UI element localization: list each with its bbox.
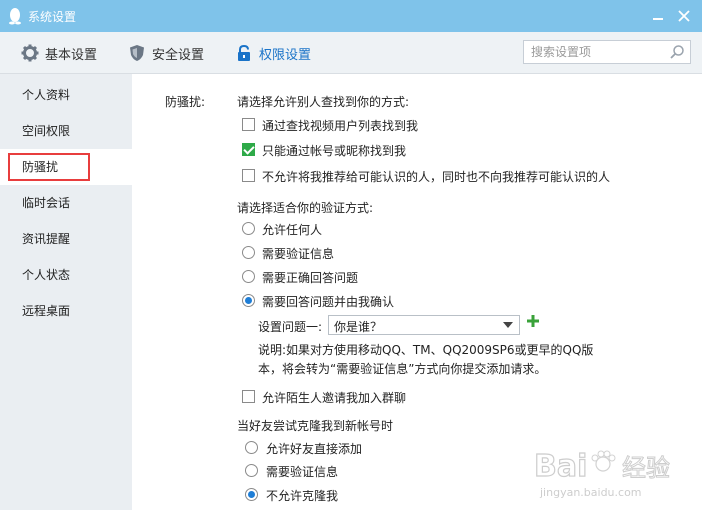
shield-icon	[130, 45, 144, 61]
question-one-label: 设置问题一:	[258, 320, 323, 334]
no-clone-radio[interactable]	[245, 488, 258, 501]
verify-method-heading: 请选择适合你的验证方式:	[237, 201, 374, 215]
need-correct-answer-radio[interactable]	[242, 270, 255, 283]
allow-friend-add-label: 允许好友直接添加	[266, 442, 363, 456]
find-by-video-list-label: 通过查找视频用户列表找到我	[262, 119, 419, 133]
sidebar-item-label: 空间权限	[22, 124, 71, 138]
need-correct-answer-label: 需要正确回答问题	[262, 271, 359, 285]
sidebar-item-anti-harassment[interactable]: 防骚扰	[0, 149, 132, 185]
question-one-select[interactable]: 你是谁？	[328, 315, 520, 335]
title-bar: 系统设置	[0, 0, 702, 32]
sidebar-item-remote-desktop[interactable]: 远程桌面	[0, 293, 132, 329]
tab-security-settings[interactable]: 安全设置	[128, 43, 204, 63]
answer-and-confirm-label: 需要回答问题并由我确认	[262, 295, 395, 309]
tab-label: 安全设置	[152, 47, 205, 63]
highlight-box	[8, 153, 90, 181]
close-button[interactable]	[674, 6, 694, 26]
chevron-down-icon	[503, 322, 513, 328]
sidebar-item-label: 资讯提醒	[22, 232, 71, 246]
allow-group-invite-label: 允许陌生人邀请我加入群聊	[262, 391, 407, 405]
need-verify-info-radio[interactable]	[242, 246, 255, 259]
allow-anyone-radio[interactable]	[242, 222, 255, 235]
allow-anyone-label: 允许任何人	[262, 223, 323, 237]
svg-text:经验: 经验	[622, 454, 670, 482]
settings-sidebar: 个人资料 空间权限 防骚扰 临时会话 资讯提醒 个人状态 远程桌面	[0, 74, 132, 510]
question-one-value: 你是谁？	[334, 320, 383, 334]
answer-and-confirm-radio[interactable]	[242, 294, 255, 307]
minimize-button[interactable]	[648, 6, 668, 26]
baidu-logo-icon: Bai 经验 jingyan.baidu.com	[533, 448, 670, 499]
sidebar-item-profile[interactable]: 个人资料	[0, 77, 132, 113]
minimize-icon	[653, 18, 663, 20]
qq-penguin-icon	[9, 8, 21, 25]
search-input[interactable]	[524, 41, 664, 63]
sidebar-item-space-permission[interactable]: 空间权限	[0, 113, 132, 149]
tab-label: 权限设置	[259, 47, 312, 63]
settings-search	[523, 40, 691, 64]
find-by-account-checkbox[interactable]	[242, 143, 255, 156]
no-clone-label: 不允许克隆我	[266, 489, 339, 503]
baidu-jingyan-watermark: Bai 经验 jingyan.baidu.com	[528, 440, 698, 506]
find-by-account-label: 只能通过帐号或昵称找到我	[262, 144, 407, 158]
find-by-video-list-checkbox[interactable]	[242, 118, 255, 131]
svg-text:jingyan.baidu.com: jingyan.baidu.com	[539, 486, 642, 499]
sidebar-item-label: 个人资料	[22, 88, 71, 102]
sidebar-item-personal-status[interactable]: 个人状态	[0, 257, 132, 293]
tab-label: 基本设置	[45, 47, 98, 63]
verify-note-line1: 说明:如果对方使用移动QQ、TM、QQ2009SP6或更早的QQ版	[258, 343, 594, 357]
find-method-heading: 请选择允许别人查找到你的方式:	[237, 95, 410, 109]
verify-note-line2: 本，将会转为“需要验证信息”方式向你提交添加请求。	[258, 362, 547, 376]
plus-icon	[527, 315, 539, 327]
window-title: 系统设置	[28, 10, 77, 24]
search-icon[interactable]	[669, 44, 685, 60]
clone-need-verify-radio[interactable]	[245, 464, 258, 477]
lock-icon	[238, 44, 250, 61]
tab-permission-settings[interactable]: 权限设置	[235, 43, 311, 63]
add-question-button[interactable]	[526, 314, 542, 330]
tab-basic-settings[interactable]: 基本设置	[21, 43, 97, 63]
need-verify-info-label: 需要验证信息	[262, 247, 335, 261]
allow-group-invite-checkbox[interactable]	[242, 390, 255, 403]
no-recommend-checkbox[interactable]	[242, 169, 255, 182]
sidebar-item-label: 个人状态	[22, 268, 71, 282]
svg-text:Bai: Bai	[534, 449, 587, 484]
clone-heading: 当好友尝试克隆我到新帐号时	[237, 419, 394, 433]
close-icon	[678, 10, 690, 22]
section-label: 防骚扰:	[165, 95, 206, 109]
gear-icon	[21, 44, 39, 62]
sidebar-item-label: 临时会话	[22, 196, 71, 210]
sidebar-item-news-reminder[interactable]: 资讯提醒	[0, 221, 132, 257]
no-recommend-label: 不允许将我推荐给可能认识的人，同时也不向我推荐可能认识的人	[262, 170, 611, 184]
settings-toolbar: 基本设置 安全设置 权限设置	[0, 32, 702, 74]
clone-need-verify-label: 需要验证信息	[266, 465, 339, 479]
sidebar-item-temp-session[interactable]: 临时会话	[0, 185, 132, 221]
sidebar-item-label: 远程桌面	[22, 304, 71, 318]
allow-friend-add-radio[interactable]	[245, 441, 258, 454]
